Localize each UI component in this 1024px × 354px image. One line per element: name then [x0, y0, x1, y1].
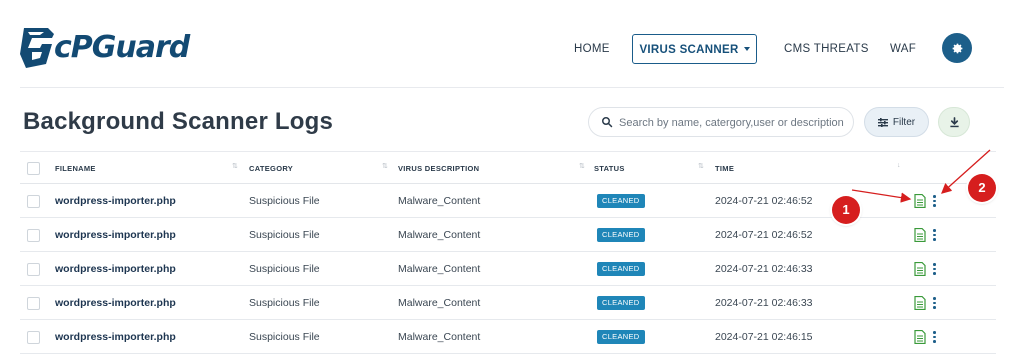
status-cell: CLEANED [597, 320, 645, 354]
document-icon[interactable] [914, 262, 926, 276]
category-cell: Suspicious File [249, 263, 320, 275]
column-header-time[interactable]: TIME [715, 152, 734, 185]
nav-virus-scanner-label: VIRUS SCANNER [639, 44, 739, 56]
top-navigation-bar: cPGuard HOME VIRUS SCANNER CMS THREATS W… [0, 0, 1024, 88]
category-cell: Suspicious File [249, 331, 320, 343]
sort-icon[interactable]: ⇅ [232, 162, 238, 170]
filename-cell[interactable]: wordpress-importer.php [55, 320, 176, 354]
category-cell: Suspicious File [249, 195, 320, 207]
column-header-virus-description[interactable]: VIRUS DESCRIPTION [398, 152, 479, 185]
nav-waf[interactable]: WAF [890, 34, 916, 64]
row-checkbox[interactable] [27, 263, 40, 276]
nav-home[interactable]: HOME [574, 34, 610, 64]
description-cell: Malware_Content [398, 297, 481, 309]
status-badge: CLEANED [597, 228, 645, 243]
more-vertical-icon[interactable] [932, 263, 936, 275]
column-header-status[interactable]: STATUS [594, 152, 625, 185]
status-cell: CLEANED [597, 252, 645, 286]
more-vertical-icon[interactable] [932, 297, 936, 309]
filename-cell[interactable]: wordpress-importer.php [55, 252, 176, 286]
cpguard-logo[interactable]: cPGuard [18, 24, 190, 74]
category-cell: Suspicious File [249, 229, 320, 241]
table-row: wordpress-importer.php Suspicious File M… [20, 320, 996, 354]
table-header: FILENAME ⇅ CATEGORY ⇅ VIRUS DESCRIPTION … [20, 151, 996, 184]
gear-icon [952, 43, 962, 53]
status-cell: CLEANED [597, 184, 645, 218]
row-checkbox[interactable] [27, 229, 40, 242]
page-title: Background Scanner Logs [23, 108, 333, 135]
time-cell: 2024-07-21 02:46:52 [715, 229, 813, 241]
status-badge: CLEANED [597, 296, 645, 311]
filename-cell[interactable]: wordpress-importer.php [55, 286, 176, 320]
scanner-logs-table: FILENAME ⇅ CATEGORY ⇅ VIRUS DESCRIPTION … [20, 151, 996, 354]
column-header-category[interactable]: CATEGORY [249, 152, 293, 185]
download-button[interactable] [938, 107, 970, 137]
document-icon[interactable] [914, 330, 926, 344]
table-row: wordpress-importer.php Suspicious File M… [20, 286, 996, 320]
more-vertical-icon[interactable] [932, 195, 936, 207]
settings-button[interactable] [942, 33, 972, 63]
annotation-marker-1: 1 [832, 196, 860, 224]
document-icon[interactable] [914, 228, 926, 242]
search-icon [602, 117, 613, 128]
download-icon [949, 116, 959, 127]
status-badge: CLEANED [597, 262, 645, 277]
column-header-filename[interactable]: FILENAME [55, 152, 96, 185]
time-cell: 2024-07-21 02:46:15 [715, 331, 813, 343]
description-cell: Malware_Content [398, 263, 481, 275]
row-checkbox[interactable] [27, 297, 40, 310]
more-vertical-icon[interactable] [932, 229, 936, 241]
shield-logo-icon [20, 28, 54, 68]
sort-icon[interactable]: ⇅ [579, 162, 585, 170]
filename-cell[interactable]: wordpress-importer.php [55, 184, 176, 218]
brand-name: cPGuard [54, 30, 190, 65]
sliders-icon [877, 117, 888, 127]
search-field[interactable] [588, 107, 854, 137]
description-cell: Malware_Content [398, 195, 481, 207]
nav-virus-scanner[interactable]: VIRUS SCANNER [632, 34, 757, 64]
sort-down-icon[interactable]: ↓ [897, 162, 901, 169]
search-input[interactable] [619, 113, 847, 133]
category-cell: Suspicious File [249, 297, 320, 309]
status-cell: CLEANED [597, 218, 645, 252]
header-divider [20, 87, 1004, 88]
status-badge: CLEANED [597, 330, 645, 345]
caret-down-icon [743, 47, 750, 51]
select-all-checkbox[interactable] [27, 162, 40, 175]
time-cell: 2024-07-21 02:46:33 [715, 297, 813, 309]
description-cell: Malware_Content [398, 331, 481, 343]
row-checkbox[interactable] [27, 331, 40, 344]
filter-button[interactable]: Filter [864, 107, 929, 137]
filename-cell[interactable]: wordpress-importer.php [55, 218, 176, 252]
time-cell: 2024-07-21 02:46:52 [715, 195, 813, 207]
time-cell: 2024-07-21 02:46:33 [715, 263, 813, 275]
sort-icon[interactable]: ⇅ [698, 162, 704, 170]
nav-cms-threats[interactable]: CMS THREATS [784, 34, 869, 64]
document-icon[interactable] [914, 296, 926, 310]
row-checkbox[interactable] [27, 195, 40, 208]
filter-label: Filter [892, 116, 916, 128]
more-vertical-icon[interactable] [932, 331, 936, 343]
annotation-marker-2: 2 [968, 174, 996, 202]
sort-icon[interactable]: ⇅ [382, 162, 388, 170]
status-cell: CLEANED [597, 286, 645, 320]
document-icon[interactable] [914, 194, 926, 208]
table-row: wordpress-importer.php Suspicious File M… [20, 252, 996, 286]
description-cell: Malware_Content [398, 229, 481, 241]
status-badge: CLEANED [597, 194, 645, 209]
